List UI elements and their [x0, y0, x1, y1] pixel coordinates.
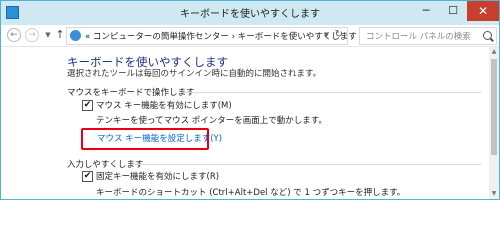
- section-header-mouse: マウスをキーボードで操作します: [67, 88, 195, 98]
- address-dropdown-icon[interactable]: ▼: [324, 31, 329, 39]
- mouse-keys-label[interactable]: マウス キー機能を有効にします(M): [96, 99, 232, 111]
- page-subtitle: 選択されたツールは毎回のサインイン時に自動的に開始されます。: [67, 69, 322, 79]
- scroll-thumb[interactable]: [491, 59, 497, 155]
- maximize-button[interactable]: ☐: [440, 1, 466, 21]
- search-placeholder: コントロール パネルの検索: [366, 32, 471, 42]
- search-icon[interactable]: [483, 31, 492, 40]
- sticky-keys-description: キーボードのショートカット (Ctrl+Alt+Del など) で 1 つずつキ…: [96, 188, 406, 198]
- navigation-bar: ← → ▼ ↑ « コンピューターの簡単操作センター › キーボードを使いやすく…: [1, 25, 499, 47]
- search-input[interactable]: コントロール パネルの検索: [359, 27, 497, 45]
- close-button[interactable]: ✕: [467, 1, 499, 21]
- highlight-frame: [81, 128, 209, 150]
- window: キーボードを使いやすくします ─ ☐ ✕ ← → ▼ ↑ « コンピューターの簡…: [0, 0, 500, 200]
- scroll-down-icon[interactable]: ▼: [489, 189, 499, 199]
- section-divider: [131, 164, 481, 165]
- back-icon[interactable]: ←: [7, 28, 21, 42]
- scroll-up-icon[interactable]: ▲: [489, 47, 499, 57]
- breadcrumb[interactable]: « コンピューターの簡単操作センター › キーボードを使いやすくします: [85, 30, 357, 42]
- refresh-icon[interactable]: ↻: [335, 29, 343, 40]
- minimize-button[interactable]: ─: [413, 1, 439, 21]
- control-panel-icon: [70, 30, 81, 41]
- mouse-keys-checkbox[interactable]: ✔: [82, 100, 93, 111]
- address-bar[interactable]: « コンピューターの簡単操作センター › キーボードを使いやすくします ▼ ↻: [66, 27, 357, 45]
- title-bar[interactable]: キーボードを使いやすくします ─ ☐ ✕: [1, 1, 499, 25]
- section-divider: [181, 92, 481, 93]
- vertical-scrollbar[interactable]: ▲ ▼: [489, 47, 499, 199]
- up-arrow-icon[interactable]: ↑: [53, 28, 67, 42]
- sticky-keys-label[interactable]: 固定キー機能を有効にします(R): [96, 170, 219, 182]
- sticky-keys-checkbox[interactable]: ✔: [82, 171, 93, 182]
- forward-icon[interactable]: →: [25, 28, 39, 42]
- mouse-keys-description: テンキーを使ってマウス ポインターを画面上で動かします。: [96, 116, 327, 126]
- content-area: キーボードを使いやすくします 選択されたツールは毎回のサインイン時に自動的に開始…: [1, 47, 499, 199]
